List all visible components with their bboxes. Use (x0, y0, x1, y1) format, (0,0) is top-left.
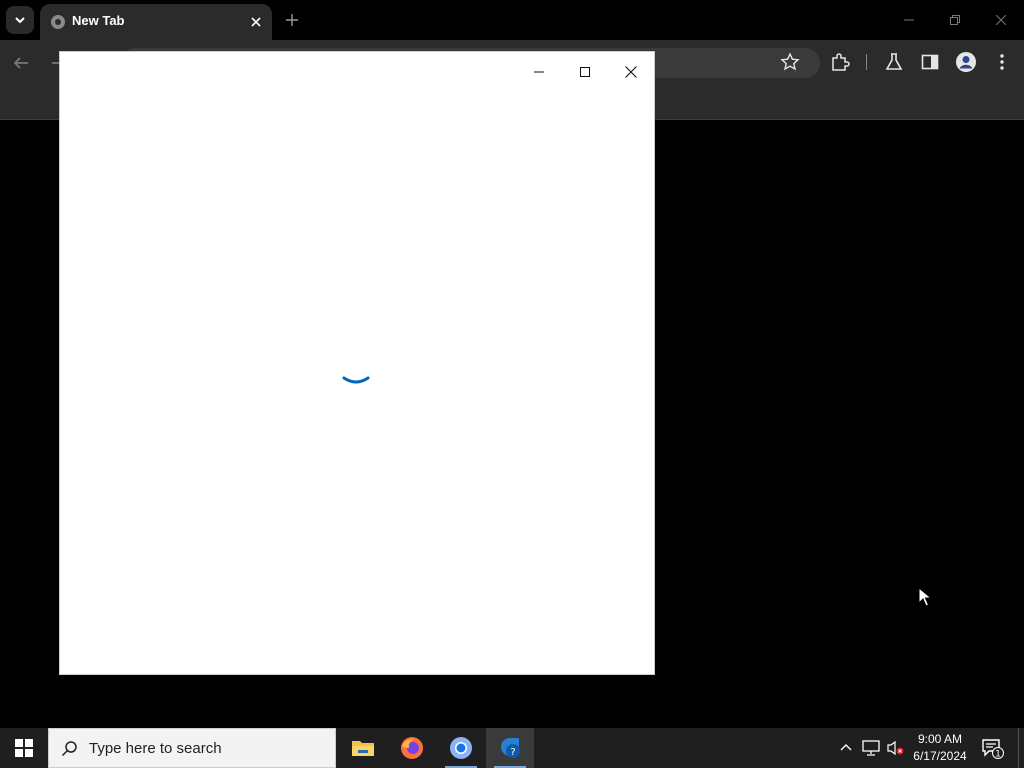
extensions-puzzle-icon[interactable] (830, 52, 850, 72)
minimize-icon (904, 19, 914, 21)
browser-titlebar: New Tab (0, 0, 1024, 40)
new-tab-button[interactable] (282, 10, 302, 30)
bookmark-star-icon[interactable] (780, 52, 800, 72)
back-arrow-icon[interactable] (10, 52, 32, 74)
firefox-icon (401, 737, 423, 759)
tab-search-button[interactable] (6, 6, 34, 34)
kebab-menu-icon[interactable] (992, 52, 1012, 72)
chevron-down-icon (15, 17, 25, 24)
labs-flask-icon[interactable] (884, 52, 904, 72)
taskbar: Type here to search ? 9:00 AM 6/17/2024 … (0, 728, 1024, 768)
notification-icon: 1 (982, 739, 1004, 760)
chevron-up-icon[interactable] (838, 740, 854, 756)
dialog-minimize-button[interactable] (523, 58, 555, 86)
side-panel-icon[interactable] (920, 52, 940, 72)
browser-minimize-button[interactable] (897, 8, 921, 32)
search-icon (61, 741, 77, 757)
restore-icon (950, 15, 960, 25)
browser-close-button[interactable] (989, 8, 1013, 32)
browser-restore-button[interactable] (943, 8, 967, 32)
minimize-icon (534, 71, 544, 73)
dialog-window[interactable] (60, 52, 654, 674)
volume-muted-icon[interactable] (886, 740, 904, 756)
show-desktop-button[interactable] (1018, 728, 1024, 768)
plus-icon (286, 14, 298, 26)
start-button[interactable] (0, 728, 48, 768)
notification-center-button[interactable]: 1 (980, 736, 1004, 760)
taskbar-app-file-explorer[interactable] (339, 728, 387, 768)
network-icon[interactable] (862, 740, 880, 756)
close-icon (996, 15, 1006, 25)
globe-icon (51, 15, 65, 29)
dialog-maximize-button[interactable] (569, 58, 601, 86)
close-icon (251, 17, 261, 27)
tab-title: New Tab (72, 13, 125, 28)
file-explorer-icon (352, 741, 374, 756)
get-help-icon: ? (501, 738, 520, 758)
clock-date[interactable]: 6/17/2024 (909, 749, 971, 763)
clock-time[interactable]: 9:00 AM (916, 732, 964, 746)
mouse-cursor-icon (918, 587, 932, 607)
search-placeholder: Type here to search (89, 740, 222, 757)
toolbar-divider (866, 54, 867, 70)
loading-spinner-icon (342, 376, 370, 384)
taskbar-app-get-help[interactable]: ? (486, 728, 534, 768)
maximize-icon (580, 67, 590, 77)
dialog-close-button[interactable] (615, 58, 647, 86)
windows-logo-icon (15, 739, 33, 757)
taskbar-app-firefox[interactable] (388, 728, 436, 768)
tab-close-button[interactable] (246, 12, 266, 32)
svg-text:?: ? (510, 747, 515, 758)
chrome-icon (450, 737, 472, 759)
browser-tab-active[interactable]: New Tab (40, 4, 272, 40)
notification-count: 1 (995, 750, 1001, 760)
close-icon (625, 66, 637, 78)
profile-avatar-icon[interactable] (955, 51, 977, 73)
taskbar-search-box[interactable]: Type here to search (48, 728, 336, 768)
taskbar-app-chrome[interactable] (437, 728, 485, 768)
